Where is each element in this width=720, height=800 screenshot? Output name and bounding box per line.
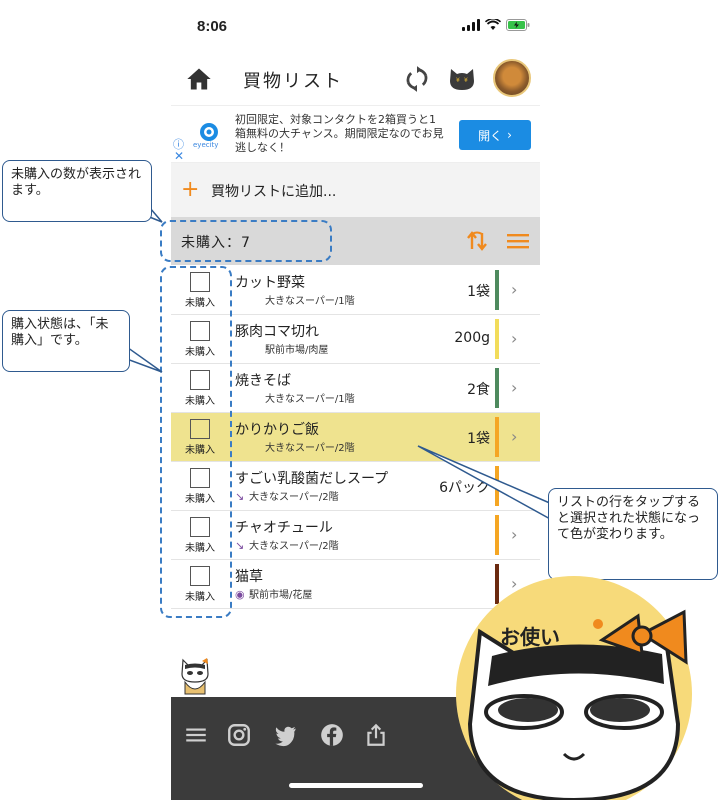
close-icon[interactable]: ✕ <box>174 149 184 163</box>
twitter-icon[interactable] <box>272 722 298 748</box>
item-location: ↘ 大きなスーパー/2階 <box>235 537 339 552</box>
signal-icon <box>462 19 480 31</box>
instagram-icon[interactable] <box>226 722 252 748</box>
item-location-text: 大きなスーパー/2階 <box>249 492 339 503</box>
badge-text: お使い <box>500 625 560 649</box>
item-name: すごい乳酸菌だしスープ <box>235 471 389 487</box>
item-location: 駅前市場/肉屋 <box>251 341 328 356</box>
item-location: ↘ 大きなスーパー/2階 <box>235 488 339 503</box>
share-icon[interactable] <box>363 722 389 748</box>
category-color-bar <box>495 368 499 408</box>
wifi-icon <box>485 19 501 30</box>
menu-icon[interactable] <box>507 231 529 251</box>
count-highlight-box <box>160 220 332 262</box>
chevron-right-icon: › <box>507 128 512 142</box>
item-quantity: 200g <box>454 330 490 346</box>
item-quantity: 6パック <box>439 480 490 496</box>
sort-icon[interactable] <box>465 229 489 253</box>
add-item-row[interactable]: + 買物リストに追加... <box>171 163 540 217</box>
ad-brand: eyecity <box>193 141 219 149</box>
chevron-right-icon[interactable]: › <box>511 525 517 544</box>
status-highlight-box <box>160 266 232 618</box>
item-location-text: 大きなスーパー/1階 <box>265 296 355 307</box>
category-color-bar <box>495 319 499 359</box>
location-icon: ↘ <box>235 490 245 503</box>
count-callout: 未購入の数が表示されます。 <box>2 160 152 222</box>
otsukai-mascot-badge: お使い <box>456 576 692 800</box>
row-callout: リストの行をタップすると選択された状態になって色が変わります。 <box>548 488 718 580</box>
item-name: チャオチュール <box>235 520 333 536</box>
item-name: 猫草 <box>235 569 263 585</box>
status-bar: 8:06 <box>171 0 540 55</box>
add-item-label: 買物リストに追加... <box>211 184 337 200</box>
category-color-bar <box>495 466 499 506</box>
item-location: 大きなスーパー/1階 <box>251 292 355 307</box>
facebook-icon[interactable] <box>319 722 345 748</box>
cat-coin-icon[interactable]: ¥ ¥ <box>447 63 477 93</box>
item-location: 大きなスーパー/1階 <box>251 390 355 405</box>
item-location-text: 大きなスーパー/1階 <box>265 394 355 405</box>
chevron-right-icon[interactable]: › <box>511 378 517 397</box>
sync-icon[interactable] <box>403 65 431 93</box>
item-quantity: 1袋 <box>467 431 490 447</box>
category-color-bar <box>495 270 499 310</box>
avatar[interactable] <box>493 59 531 97</box>
category-color-bar <box>495 515 499 555</box>
item-name: 豚肉コマ切れ <box>235 324 319 340</box>
svg-text:¥: ¥ <box>456 77 460 84</box>
battery-icon <box>506 19 530 31</box>
ad-text: 初回限定、対象コンタクトを2箱買うと1箱無料の大チャンス。期間限定なのでお見逃し… <box>235 113 444 154</box>
home-indicator <box>289 783 423 788</box>
location-icon: ◉ <box>235 588 245 601</box>
status-callout: 購入状態は、「未購入」です。 <box>2 310 130 372</box>
plus-icon: + <box>181 177 200 202</box>
item-name: カット野菜 <box>235 275 305 291</box>
home-icon[interactable] <box>185 65 213 93</box>
chevron-right-icon[interactable]: › <box>511 280 517 299</box>
app-header: 買物リスト ¥ ¥ <box>171 55 540 103</box>
item-location-text: 大きなスーパー/2階 <box>265 443 355 454</box>
ad-banner[interactable]: ⓘ ✕ eyecity 初回限定、対象コンタクトを2箱買うと1箱無料の大チャンス… <box>171 105 540 163</box>
chevron-right-icon[interactable]: › <box>511 427 517 446</box>
item-name: 焼きそば <box>235 373 291 389</box>
item-location: ◉ 駅前市場/花屋 <box>235 586 312 601</box>
category-color-bar <box>495 417 499 457</box>
item-name: かりかりご飯 <box>235 422 319 438</box>
location-icon: ↘ <box>235 539 245 552</box>
chevron-right-icon[interactable]: › <box>511 329 517 348</box>
item-location-text: 駅前市場/花屋 <box>249 590 313 601</box>
item-location: 大きなスーパー/2階 <box>251 439 355 454</box>
menu-icon[interactable] <box>183 722 209 748</box>
item-location-text: 大きなスーパー/2階 <box>249 541 339 552</box>
mascot-cat-icon <box>181 658 209 695</box>
ad-open-button[interactable]: 開く › <box>459 120 531 150</box>
item-location-text: 駅前市場/肉屋 <box>265 345 329 356</box>
svg-text:¥: ¥ <box>464 77 468 84</box>
item-quantity: 1袋 <box>467 284 490 300</box>
status-icons <box>462 19 530 31</box>
page-title: 買物リスト <box>243 71 343 92</box>
status-time: 8:06 <box>197 18 228 35</box>
ad-open-label: 開く <box>478 128 503 143</box>
item-quantity: 2食 <box>467 382 490 398</box>
